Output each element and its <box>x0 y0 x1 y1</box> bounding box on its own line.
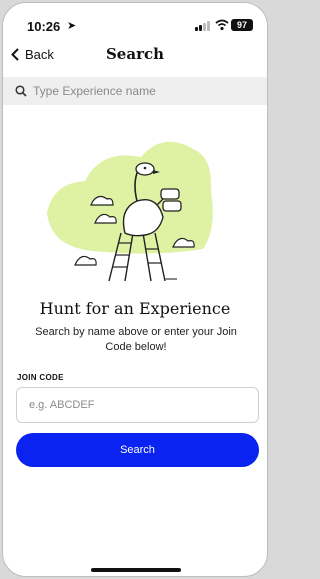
status-time: 10:26 <box>27 19 61 34</box>
wifi-icon <box>215 19 229 31</box>
page-title: Search <box>105 45 165 63</box>
search-bar[interactable] <box>3 77 267 105</box>
nav-bar: Back Search <box>3 41 267 73</box>
home-indicator[interactable] <box>91 568 181 572</box>
search-input[interactable] <box>33 84 233 98</box>
search-icon <box>15 85 27 97</box>
ostrich-ladder-illustration <box>47 141 213 282</box>
phone-screen: 10:26 ➤ 97 Back Search Type Experience n… <box>2 2 268 577</box>
signal-icon <box>195 21 211 31</box>
battery-indicator: 97 <box>231 19 253 31</box>
join-code-label: JOIN CODE <box>17 373 64 382</box>
subtitle: Search by name above or enter your Join … <box>35 326 237 353</box>
headline: Hunt for an Experience <box>39 299 231 318</box>
status-bar: 10:26 ➤ 97 <box>3 3 267 43</box>
join-code-input[interactable] <box>16 387 259 423</box>
location-arrow-icon: ➤ <box>67 20 77 32</box>
search-button[interactable]: Search <box>16 433 259 467</box>
